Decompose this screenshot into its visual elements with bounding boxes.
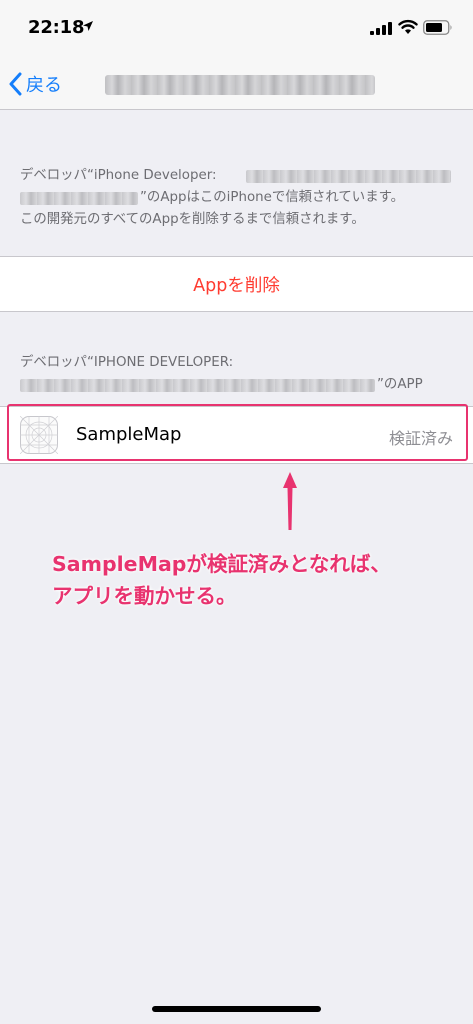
section-header-line-2: ”のAPP: [377, 377, 423, 392]
app-name: SampleMap: [76, 424, 182, 445]
redacted-email: [246, 170, 451, 183]
annotation-line-2: アプリを動かせる。: [52, 584, 237, 608]
up-arrow-icon: [283, 472, 297, 530]
cellular-signal-icon: [370, 22, 392, 35]
navigation-bar: 戻る: [0, 58, 473, 110]
back-label: 戻る: [26, 75, 62, 96]
redacted-developer-id: [20, 379, 375, 392]
trust-line-1: デベロッパ“iPhone Developer:: [20, 168, 217, 183]
status-bar: 22:18: [0, 0, 473, 58]
annotation-text: SampleMapが検証済みとなれば、 アプリを動かせる。: [52, 548, 452, 612]
location-arrow-icon: [83, 21, 93, 31]
trust-line-3: この開発元のすべてのAppを削除するまで信頼されます。: [20, 212, 365, 227]
delete-app-button[interactable]: Appを削除: [0, 256, 473, 312]
wifi-icon: [398, 19, 418, 34]
developer-section-header: デベロッパ“IPHONE DEVELOPER: ”のAPP: [20, 352, 460, 396]
redacted-nav-title: [105, 75, 375, 95]
home-indicator[interactable]: [152, 1006, 321, 1012]
back-button[interactable]: 戻る: [8, 68, 62, 100]
delete-app-label: Appを削除: [193, 275, 280, 296]
screen: 22:18 戻る デベロッパ“iPhone Developer: ”のAppはこ…: [0, 0, 473, 1024]
trust-description: デベロッパ“iPhone Developer: ”のAppはこのiPhoneで信…: [20, 165, 460, 231]
section-header-line-1: デベロッパ“IPHONE DEVELOPER:: [20, 355, 234, 370]
trust-line-2: ”のAppはこのiPhoneで信頼されています。: [140, 190, 405, 205]
chevron-left-icon: [9, 72, 22, 96]
app-list-item[interactable]: SampleMap 検証済み: [0, 406, 473, 464]
redacted-id: [20, 192, 138, 205]
status-time: 22:18: [28, 17, 85, 38]
app-placeholder-icon: [20, 416, 58, 454]
battery-icon: [423, 20, 452, 35]
app-verification-status: 検証済み: [388, 429, 453, 448]
annotation-line-1: SampleMapが検証済みとなれば、: [52, 552, 391, 576]
